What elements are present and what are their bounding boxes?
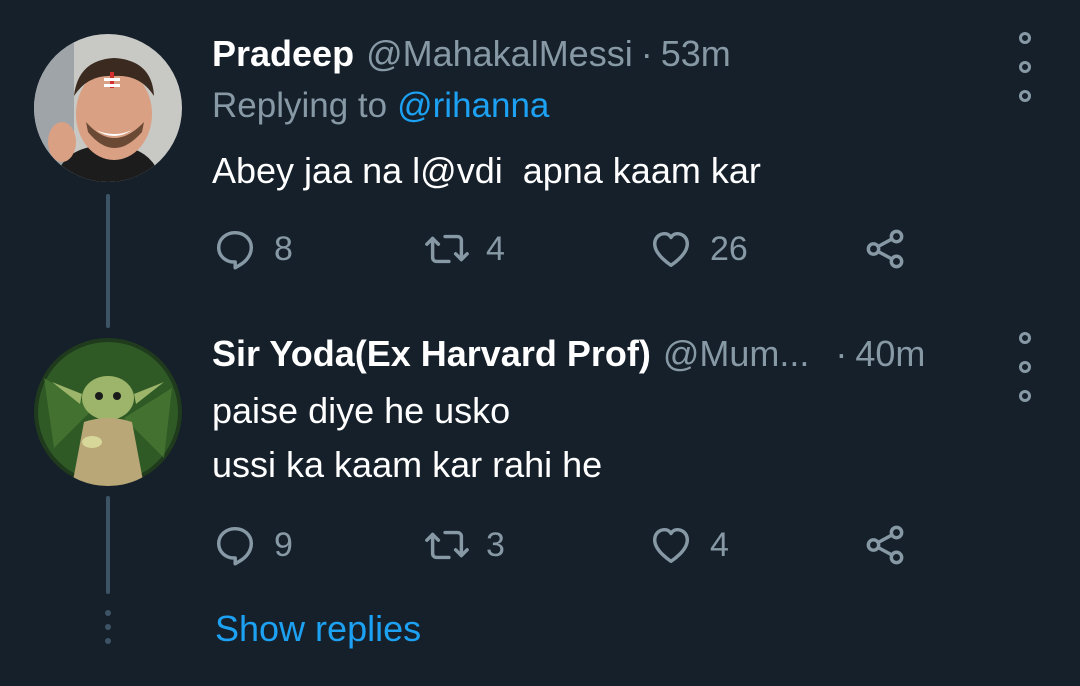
thread-continuation-dots (102, 610, 114, 644)
replying-to: Replying to @rihanna (212, 86, 549, 126)
more-options-icon[interactable] (1010, 332, 1040, 402)
author-name[interactable]: Sir Yoda(Ex Harvard Prof) (212, 333, 651, 375)
show-replies-link[interactable]: Show replies (215, 608, 421, 650)
reply-button[interactable]: 9 (212, 520, 293, 570)
retweet-count: 3 (486, 525, 505, 564)
reply-icon (216, 230, 254, 270)
tweet-text-line: paise diye he usko (212, 390, 511, 431)
share-button[interactable] (862, 224, 908, 274)
tweet-text-line: ussi ka kaam kar rahi he (212, 444, 603, 485)
reply-count: 8 (274, 229, 293, 268)
timestamp[interactable]: 40m (855, 333, 925, 375)
tweet-actions: 9 3 4 (212, 520, 932, 570)
retweet-button[interactable]: 3 (424, 520, 505, 570)
author-handle[interactable]: @Mum... (663, 333, 810, 375)
retweet-icon (425, 234, 469, 264)
tweet-text: Abey jaa na l@vdi apna kaam kar (212, 150, 761, 191)
retweet-icon (425, 530, 469, 560)
tweet[interactable]: Pradeep @MahakalMessi · 53m Replying to @… (0, 0, 1080, 300)
separator-dot: · (640, 33, 653, 74)
author-name[interactable]: Pradeep (212, 33, 354, 75)
retweet-count: 4 (486, 229, 505, 268)
retweet-button[interactable]: 4 (424, 224, 505, 274)
share-icon (866, 229, 904, 269)
share-icon (866, 525, 904, 565)
share-button[interactable] (862, 520, 908, 570)
timestamp[interactable]: 53m (661, 33, 731, 75)
avatar[interactable] (34, 34, 182, 182)
like-icon (652, 231, 690, 268)
reply-count: 9 (274, 525, 293, 564)
author-handle[interactable]: @MahakalMessi (366, 33, 633, 75)
replying-to-mention[interactable]: @rihanna (397, 86, 549, 125)
more-options-icon[interactable] (1010, 32, 1040, 102)
tweet-actions: 8 4 26 (212, 224, 932, 274)
reply-button[interactable]: 8 (212, 224, 293, 274)
like-count: 26 (710, 229, 748, 268)
like-icon (652, 527, 690, 564)
reply-icon (216, 526, 254, 566)
avatar[interactable] (34, 338, 182, 486)
like-button[interactable]: 26 (648, 224, 748, 274)
replying-to-label: Replying to (212, 86, 388, 125)
tweet[interactable]: Sir Yoda(Ex Harvard Prof) @Mum... · 40m … (0, 300, 1080, 600)
like-count: 4 (710, 525, 729, 564)
separator-dot: · (835, 333, 848, 374)
like-button[interactable]: 4 (648, 520, 729, 570)
